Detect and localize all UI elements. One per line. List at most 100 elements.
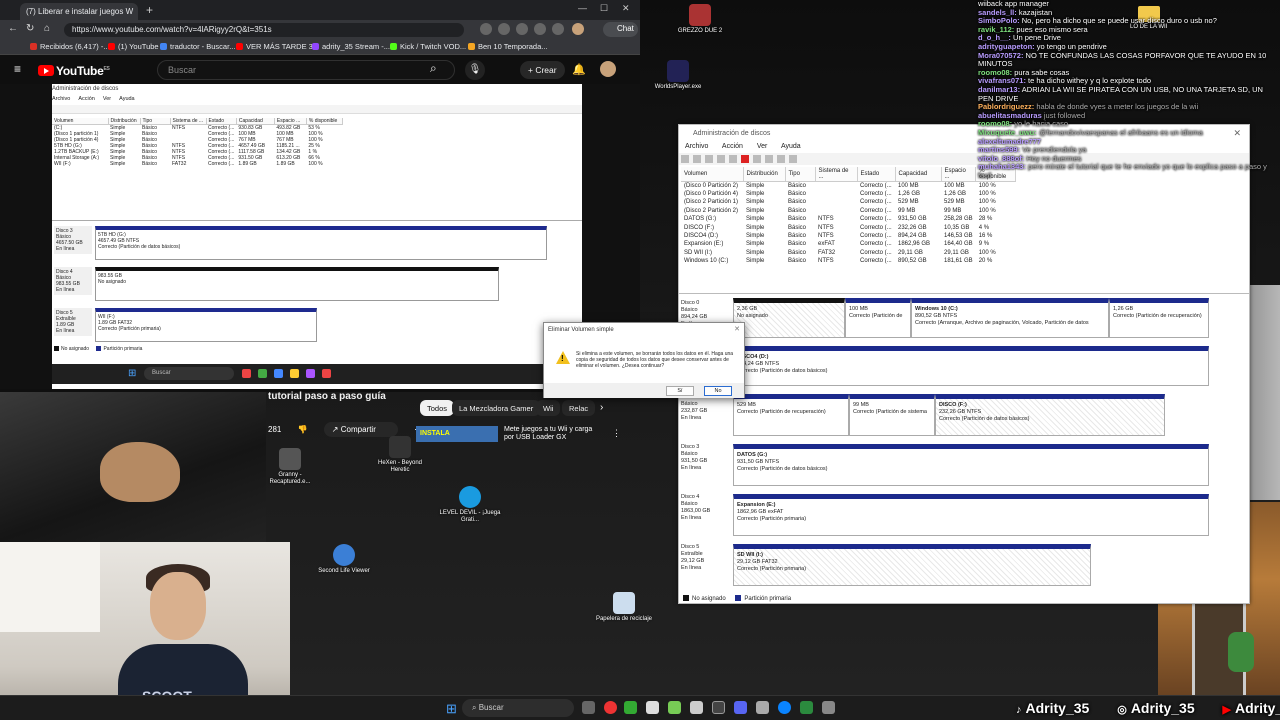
edge-icon[interactable] [778,701,791,714]
table-row[interactable]: DISCO (F:) Simple Básico NTFS Correcto (... 2… [681,223,1016,231]
desktop-icon-recycle-bin[interactable]: Papelera de reciclaje [592,592,656,623]
desktop-icon-level-devil[interactable]: LEVEL DEVIL - ¡Juega Grati... [438,486,502,524]
create-button[interactable]: + Crear [520,61,565,79]
bookmark-item[interactable]: VER MÁS TARDE 3... [236,42,319,51]
disk0-partition-system[interactable]: 100 MB Correcto (Partición de [845,298,911,338]
disk0-unallocated[interactable]: 2,36 GB No asignado [733,298,845,338]
desktop-icon-worldsplayer[interactable]: WorldsPlayer.exe [646,60,710,91]
forward-icon[interactable] [693,155,701,163]
desktop-icon-grezzo[interactable]: GREZZO DUE 2 [668,4,732,35]
recommended-video-title[interactable]: Mete juegos a tu Wii y carga por USB Loa… [504,426,604,442]
desktop-icon-hexen[interactable]: HeXen - Beyond Heretic [368,436,432,474]
browser-tab[interactable]: (7) Liberar e instalar juegos W× [20,3,138,20]
bookmark-item[interactable]: Ben 10 Temporada... [468,42,548,51]
chip-wii[interactable]: Wii [536,400,561,416]
extension-icon[interactable] [534,23,546,35]
chip-todos[interactable]: Todos [420,400,455,416]
desktop-icon-granny[interactable]: Granny - Recaptured.e... [258,448,322,486]
maximize-icon[interactable]: ☐ [600,3,608,14]
new-tab-icon[interactable]: + [146,3,153,17]
table-row[interactable]: Windows 10 (C:) Simple Básico NTFS Correcto … [681,257,1016,265]
bookmark-item[interactable]: (1) YouTube [108,42,159,51]
youtube-search-input[interactable]: Buscar [157,60,455,80]
disk4-label[interactable]: Disco 4 Básico 1863,00 GB En línea [681,494,731,522]
disk2-recovery[interactable]: 529 MB Correcto (Partición de recuperaci… [733,394,849,436]
video-disk3-volume[interactable]: 5TB HD (G:) 4657.49 GB NTFS Correcto (Pa… [95,226,547,260]
back-icon[interactable] [681,155,689,163]
disk3-label[interactable]: Disco 3 Básico 931,50 GB En línea [681,444,731,472]
home-icon[interactable]: ⌂ [44,23,50,34]
disk5-sd-wii-i[interactable]: SD WII (I:) 29,12 GB FAT32 Correcto (Part… [733,544,1091,586]
reload-icon[interactable]: ↻ [26,23,34,34]
chevron-right-icon[interactable]: › [600,402,603,413]
disk0-windows-c[interactable]: Windows 10 (C:) 890,52 GB NTFS Correcto (… [911,298,1109,338]
chat-button[interactable]: Chat [603,22,638,37]
table-row[interactable]: Expansion (E:) Simple Básico exFAT Correcto … [681,240,1016,248]
delete-icon[interactable] [741,155,749,163]
disk1-disco4-d[interactable]: DISCO4 (D:) 894,24 GB NTFS Correcto (Part… [733,346,1209,386]
like-count[interactable]: 281 [268,425,281,434]
bookmark-item[interactable]: adrity_35 Stream -... [312,42,390,51]
menu-icon[interactable]: ≡ [14,62,21,76]
url-input[interactable]: https://www.youtube.com/watch?v=4lARigyy… [64,23,464,37]
profile-avatar[interactable] [572,23,584,35]
properties-icon[interactable] [729,155,737,163]
app-icon[interactable] [756,701,769,714]
video-disk5-volume[interactable]: WII (F:) 1.89 GB FAT32 Correcto (Partici… [95,308,317,342]
table-row[interactable]: (Disco 0 Partición 2) Simple Básico Correct… [681,182,1016,190]
table-row[interactable]: DISCO4 (D:) Simple Básico NTFS Correcto (...… [681,232,1016,240]
disk2-label[interactable]: Disco 2 Básico 232,87 GB En línea [681,394,731,422]
table-row[interactable]: DATOS (G:) Simple Básico NTFS Correcto (... 9… [681,215,1016,223]
disk3-datos-g[interactable]: DATOS (G:) 931,50 GB NTFS Correcto (Parti… [733,444,1209,486]
yes-button[interactable]: Sí [666,386,694,396]
user-avatar[interactable] [600,61,616,77]
opera-icon[interactable] [604,701,617,714]
bookmark-item[interactable]: traductor - Buscar... [160,42,235,51]
disk5-label[interactable]: Disco 5 Extraíble 29,12 GB En línea [681,544,731,572]
desktop-icon-second-life[interactable]: Second Life Viewer [312,544,376,575]
list-icon[interactable] [789,155,797,163]
notifications-bell-icon[interactable]: 🔔 [572,63,586,76]
close-icon[interactable]: ✕ [734,325,740,333]
close-window-icon[interactable]: ✕ [622,3,630,14]
table-row[interactable]: (Disco 0 Partición 4) Simple Básico Correct… [681,190,1016,198]
help-icon[interactable] [717,155,725,163]
app-icon[interactable] [668,701,681,714]
kebab-menu-icon[interactable]: ⋮ [612,428,621,439]
menu-archivo[interactable]: Archivo [685,143,708,150]
view-icon[interactable] [705,155,713,163]
menu-ayuda[interactable]: Ayuda [781,143,801,150]
table-row[interactable]: (Disco 2 Partición 1) Simple Básico Correct… [681,198,1016,206]
search-icon[interactable]: ⌕ [430,61,437,76]
disk2-disco-f[interactable]: DISCO (F:) 232,26 GB NTFS Correcto (Parti… [935,394,1165,436]
extension-icon[interactable] [516,23,528,35]
chrome-icon[interactable] [624,701,637,714]
app-icon[interactable] [800,701,813,714]
steam-icon[interactable] [712,701,725,714]
youtube-logo[interactable]: YouTubeES [38,64,110,78]
table-row[interactable]: (Disco 2 Partición 2) Simple Básico Correct… [681,207,1016,215]
disk-management-icon[interactable] [822,701,835,714]
start-button-windows-icon[interactable]: ⊞ [446,701,457,717]
task-view-icon[interactable] [582,701,595,714]
back-icon[interactable]: ← [8,23,18,34]
video-disk4-volume[interactable]: 983.55 GB No asignado [95,267,499,301]
chip-relac[interactable]: Relac [562,400,596,416]
menu-ver[interactable]: Ver [757,143,768,150]
dislike-icon[interactable]: 👎 [298,425,308,434]
discord-icon[interactable] [734,701,747,714]
disk0-recovery[interactable]: 1,26 GB Correcto (Partición de recuperac… [1109,298,1209,338]
disk2-system[interactable]: 99 MB Correcto (Partición de sistema [849,394,935,436]
microphone-icon[interactable]: 🎙 [465,60,485,80]
extension-icon[interactable] [480,23,492,35]
app-icon[interactable] [690,701,703,714]
disk4-expansion-e[interactable]: Expansion (E:) 1862,96 GB exFAT Correcto … [733,494,1209,536]
chip-mezcladora[interactable]: La Mezcladora Gamer [452,400,541,416]
menu-accion[interactable]: Acción [722,143,743,150]
taskbar-search[interactable]: ⌕ Buscar [462,699,574,717]
file-icon[interactable] [646,701,659,714]
folder-icon[interactable] [765,155,773,163]
download-icon[interactable] [552,23,564,35]
bookmark-item[interactable]: Recibidos (6,417) -... [30,42,110,51]
bookmark-item[interactable]: Kick / Twitch VOD... [390,42,466,51]
